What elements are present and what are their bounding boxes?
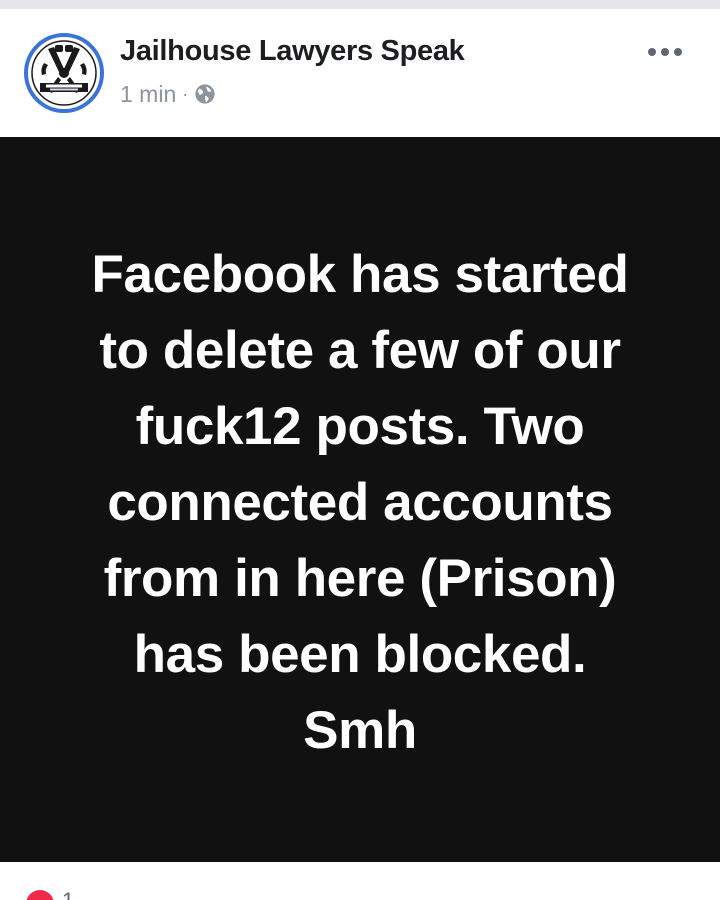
globe-icon[interactable]: [194, 83, 216, 105]
post-text-line: has been blocked.: [133, 624, 587, 684]
post-text: Facebook has started to delete a few of …: [40, 237, 680, 769]
feed-top-divider: [0, 0, 720, 9]
post-text-line: connected accounts: [107, 472, 613, 532]
post-options-button[interactable]: [640, 37, 690, 67]
post-header: Jailhouse Lawyers Speak 1 min ·: [0, 9, 720, 137]
page-name[interactable]: Jailhouse Lawyers Speak: [120, 35, 465, 68]
post-text-card: Facebook has started to delete a few of …: [0, 137, 720, 862]
post-text-line: from in here (Prison): [103, 548, 617, 608]
reaction-count[interactable]: 1: [62, 888, 74, 900]
more-horizontal-icon: [648, 48, 682, 56]
meta-separator: ·: [182, 83, 189, 104]
love-reaction-icon[interactable]: [26, 890, 54, 900]
reactions-bar: 1: [0, 862, 720, 900]
post-text-line: fuck12 posts. Two: [135, 396, 585, 456]
post-meta: 1 min ·: [120, 81, 216, 107]
jailhouse-lawyers-speak-logo-icon: [24, 33, 104, 113]
post-timestamp[interactable]: 1 min: [120, 81, 176, 108]
post-text-line: to delete a few of our: [99, 320, 621, 380]
post-text-line: Smh: [303, 700, 417, 760]
post-text-line: Facebook has started: [91, 244, 629, 304]
page-avatar[interactable]: [24, 33, 104, 113]
